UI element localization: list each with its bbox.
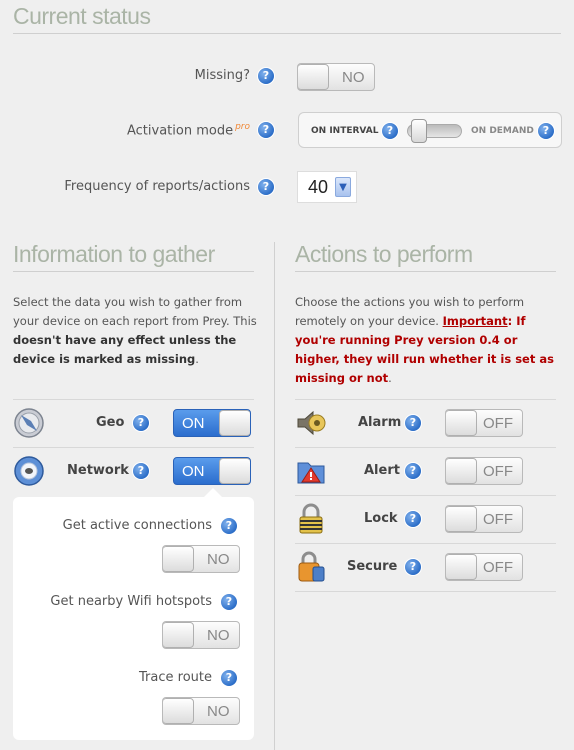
help-icon[interactable]: ?	[221, 518, 237, 534]
pro-badge: pro	[235, 122, 250, 132]
on-interval-label[interactable]: ON INTERVAL	[311, 126, 378, 136]
secure-label: Secure	[347, 559, 398, 574]
missing-toggle[interactable]: NO	[297, 63, 375, 91]
current-status-title: Current status	[13, 3, 151, 29]
column-divider	[274, 242, 275, 750]
frequency-label: Frequency of reports/actions	[64, 179, 250, 194]
frequency-select[interactable]: 40 ▼	[297, 171, 357, 203]
lock-label: Lock	[364, 511, 398, 526]
activation-mode-label: Activation mode pro	[126, 122, 250, 139]
help-icon[interactable]: ?	[221, 594, 237, 610]
missing-label: Missing?	[194, 68, 250, 83]
gather-rule	[13, 271, 254, 272]
help-icon[interactable]: ?	[258, 179, 274, 195]
trace-route-label: Trace route	[139, 670, 212, 685]
title-rule	[13, 33, 561, 34]
wifi-hotspots-toggle[interactable]: NO	[162, 621, 240, 649]
gather-title: Information to gather	[13, 241, 215, 267]
help-icon[interactable]: ?	[221, 670, 237, 686]
active-connections-toggle[interactable]: NO	[162, 545, 240, 573]
actions-rule	[295, 271, 556, 272]
help-icon[interactable]: ?	[133, 415, 149, 431]
help-icon[interactable]: ?	[133, 463, 149, 479]
geo-toggle[interactable]: ON	[173, 409, 251, 437]
help-icon[interactable]: ?	[258, 122, 274, 138]
actions-title: Actions to perform	[295, 241, 473, 267]
secure-toggle[interactable]: OFF	[445, 553, 523, 581]
geo-label: Geo	[96, 415, 125, 430]
network-toggle[interactable]: ON	[173, 457, 251, 485]
trace-route-toggle[interactable]: NO	[162, 697, 240, 725]
alert-icon	[297, 462, 325, 484]
secure-icon	[298, 551, 325, 582]
alarm-label: Alarm	[358, 415, 402, 430]
lock-toggle[interactable]: OFF	[445, 505, 523, 533]
wifi-hotspots-label: Get nearby Wifi hotspots	[50, 594, 212, 609]
chevron-down-icon[interactable]: ▼	[335, 177, 351, 197]
actions-description: Choose the actions you wish to perform r…	[295, 295, 554, 385]
help-icon[interactable]: ?	[258, 68, 274, 84]
alert-label: Alert	[364, 463, 400, 478]
alert-toggle[interactable]: OFF	[445, 457, 523, 485]
network-icon	[14, 456, 44, 486]
help-icon[interactable]: ?	[538, 123, 554, 139]
panel-pointer	[203, 488, 223, 498]
on-demand-label[interactable]: ON DEMAND	[471, 126, 534, 136]
activation-mode-control: ON INTERVAL ? ON DEMAND ?	[298, 112, 562, 148]
network-label: Network	[67, 463, 129, 478]
help-icon[interactable]: ?	[405, 559, 421, 575]
help-icon[interactable]: ?	[382, 123, 398, 139]
help-icon[interactable]: ?	[405, 463, 421, 479]
geo-icon	[14, 408, 44, 438]
alarm-icon	[297, 410, 326, 436]
lock-icon	[299, 503, 323, 534]
gather-description: Select the data you wish to gather from …	[13, 295, 257, 366]
mode-slider-knob[interactable]	[411, 119, 427, 143]
active-connections-label: Get active connections	[62, 518, 212, 533]
help-icon[interactable]: ?	[405, 415, 421, 431]
help-icon[interactable]: ?	[405, 511, 421, 527]
alarm-toggle[interactable]: OFF	[445, 409, 523, 437]
